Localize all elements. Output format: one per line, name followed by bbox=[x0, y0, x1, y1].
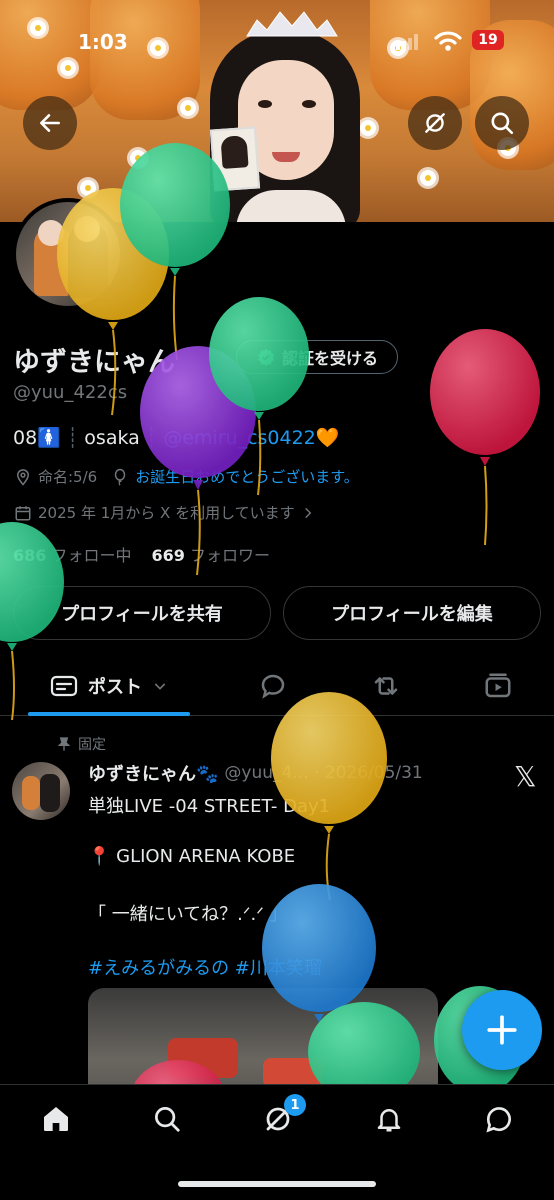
nav-home[interactable] bbox=[36, 1099, 76, 1139]
compose-post-button[interactable] bbox=[462, 990, 542, 1070]
nav-notifications[interactable] bbox=[369, 1099, 409, 1139]
plus-icon bbox=[487, 1015, 517, 1045]
balloon-blue bbox=[262, 884, 376, 1022]
home-icon bbox=[44, 1107, 68, 1131]
search-icon bbox=[155, 1107, 180, 1132]
messages-icon bbox=[486, 1107, 511, 1133]
balloon-red bbox=[430, 329, 540, 546]
balloon-green bbox=[0, 522, 64, 721]
notification-badge: 1 bbox=[284, 1094, 306, 1116]
home-indicator bbox=[178, 1181, 376, 1187]
bell-icon bbox=[377, 1109, 401, 1132]
nav-messages[interactable] bbox=[479, 1099, 519, 1139]
nav-search[interactable] bbox=[147, 1099, 187, 1139]
balloon-yellow bbox=[271, 692, 387, 901]
